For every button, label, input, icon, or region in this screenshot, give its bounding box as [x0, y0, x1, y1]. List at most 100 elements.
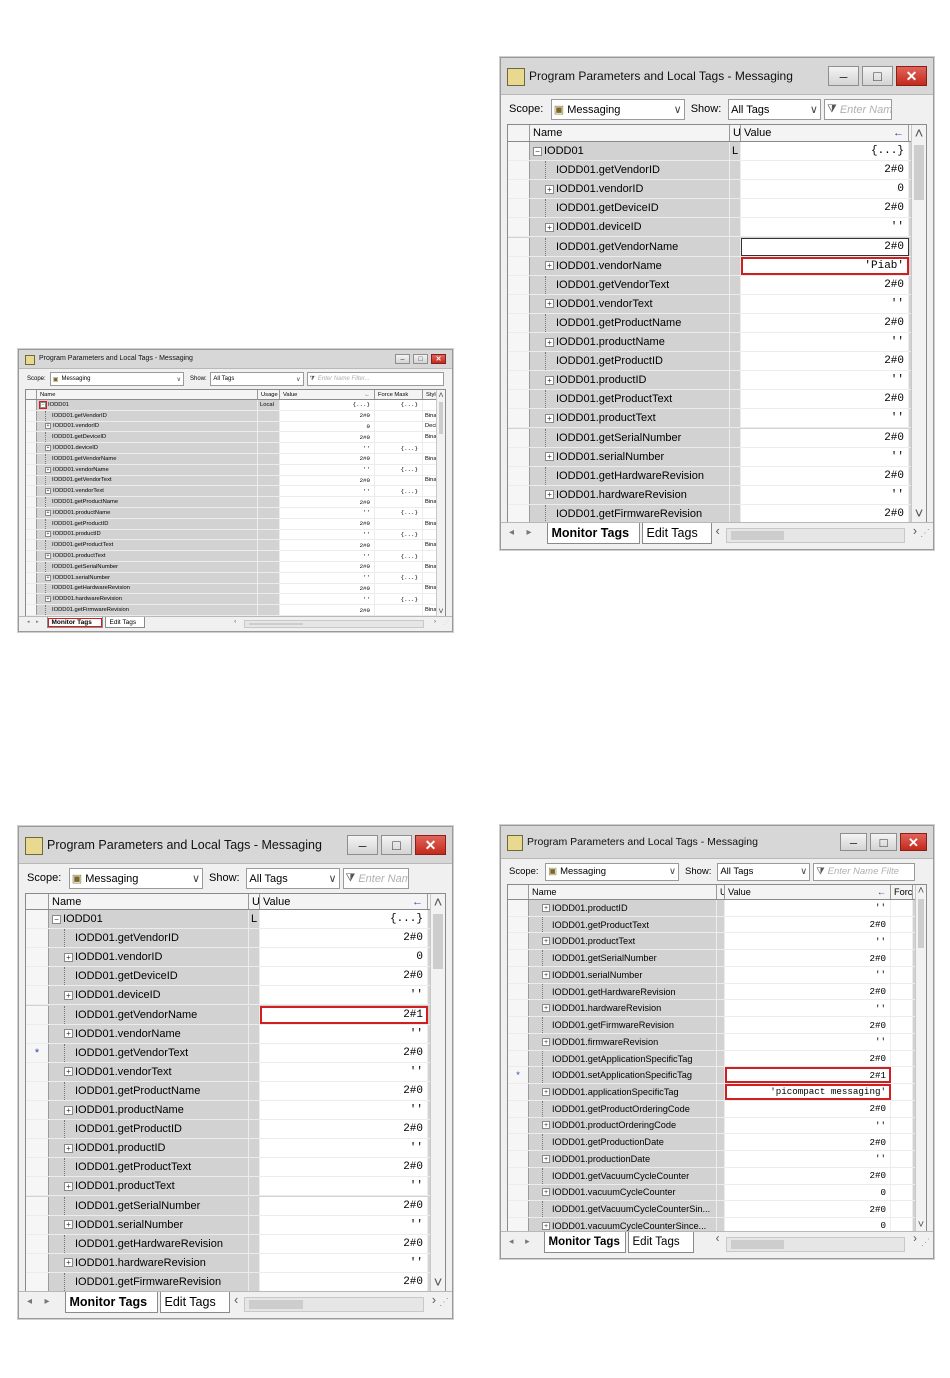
- row-selector[interactable]: [508, 504, 530, 522]
- force-cell[interactable]: [375, 475, 423, 486]
- scroll-up-icon[interactable]: ˄: [437, 390, 445, 400]
- row-selector[interactable]: [26, 1120, 49, 1139]
- value-cell[interactable]: 2#0: [725, 916, 891, 933]
- column-header-force[interactable]: Forc: [891, 885, 913, 899]
- row-selector[interactable]: [508, 409, 530, 428]
- table-row[interactable]: IODD01.getVendorText 2#0: [508, 275, 913, 295]
- row-selector[interactable]: [508, 1084, 529, 1100]
- horizontal-scrollbar[interactable]: [244, 619, 424, 628]
- name-filter-input[interactable]: ⧩ Enter Name Filter...: [306, 371, 444, 387]
- row-selector[interactable]: [508, 180, 530, 199]
- force-cell[interactable]: [891, 1000, 913, 1017]
- row-selector[interactable]: [26, 1177, 49, 1196]
- value-cell[interactable]: 0: [725, 1218, 891, 1231]
- row-selector[interactable]: [26, 1196, 49, 1215]
- scroll-thumb[interactable]: [918, 899, 924, 949]
- expand-icon[interactable]: +: [542, 1221, 550, 1230]
- hscroll-left-icon[interactable]: ‹: [716, 1233, 720, 1245]
- expand-icon[interactable]: +: [64, 1143, 73, 1153]
- table-row[interactable]: + IODD01.vendorText '' {...}: [26, 486, 443, 498]
- value-cell[interactable]: 2#0: [725, 1134, 891, 1151]
- scope-select[interactable]: ▣ Messaging ∨: [68, 868, 204, 890]
- force-cell[interactable]: [891, 1100, 913, 1117]
- expand-icon[interactable]: +: [545, 184, 554, 194]
- tab-scroll-right-icon[interactable]: ▸: [36, 619, 39, 625]
- table-row[interactable]: + IODD01.vendorName 'Piab': [508, 256, 913, 276]
- value-cell[interactable]: 2#0: [725, 983, 891, 1000]
- table-row[interactable]: + IODD01.deviceID '': [508, 218, 913, 238]
- table-row[interactable]: IODD01.getHardwareRevision 2#0 Binar: [26, 583, 443, 595]
- minimize-button[interactable]: –: [395, 354, 410, 364]
- row-selector[interactable]: [26, 594, 37, 605]
- row-selector[interactable]: [26, 518, 37, 529]
- collapse-icon[interactable]: −: [533, 146, 542, 156]
- expand-icon[interactable]: +: [45, 423, 51, 430]
- row-selector[interactable]: [508, 1000, 529, 1017]
- value-cell[interactable]: 2#0: [260, 1120, 428, 1139]
- row-selector[interactable]: [508, 485, 530, 504]
- expand-icon[interactable]: +: [542, 970, 550, 979]
- table-row[interactable]: + IODD01.serialNumber '': [26, 1215, 432, 1235]
- table-row[interactable]: + IODD01.productID '': [26, 1139, 432, 1159]
- table-row[interactable]: IODD01.getProductOrderingCode 2#0: [508, 1100, 917, 1118]
- table-row[interactable]: IODD01.getProductName 2#0 Binar: [26, 497, 443, 508]
- table-row[interactable]: IODD01.getProductText 2#0: [508, 916, 917, 934]
- value-cell[interactable]: 2#0: [280, 583, 375, 594]
- row-selector[interactable]: [508, 1201, 529, 1218]
- row-selector[interactable]: [508, 142, 530, 161]
- value-cell[interactable]: 2#1: [260, 1005, 428, 1024]
- column-header-usage[interactable]: U: [730, 125, 741, 141]
- column-header-name[interactable]: Name: [529, 885, 717, 899]
- expand-icon[interactable]: +: [545, 337, 554, 347]
- hscroll-right-icon[interactable]: ›: [913, 524, 917, 538]
- value-cell[interactable]: '': [280, 551, 375, 561]
- table-row[interactable]: + IODD01.productText '': [26, 1177, 432, 1197]
- show-select[interactable]: All Tags ∨: [210, 371, 304, 387]
- expand-icon[interactable]: +: [45, 488, 51, 495]
- vertical-scrollbar[interactable]: ˄ ˅: [915, 885, 926, 1231]
- expand-icon[interactable]: +: [542, 1037, 550, 1046]
- value-cell[interactable]: 2#0: [280, 605, 375, 615]
- table-row[interactable]: + IODD01.serialNumber '': [508, 966, 917, 984]
- expand-icon[interactable]: +: [64, 952, 73, 962]
- table-row[interactable]: IODD01.getVendorName 2#1: [26, 1005, 432, 1025]
- table-row[interactable]: IODD01.getSerialNumber 2#0: [26, 1196, 432, 1216]
- row-selector[interactable]: [508, 950, 529, 966]
- hscroll-left-icon[interactable]: ‹: [234, 618, 236, 625]
- row-selector[interactable]: [26, 540, 37, 551]
- row-selector[interactable]: [26, 410, 37, 421]
- expand-icon[interactable]: +: [542, 903, 550, 912]
- table-row[interactable]: IODD01.getFirmwareRevision 2#0: [508, 504, 913, 522]
- value-cell[interactable]: '': [280, 594, 375, 605]
- table-row[interactable]: IODD01.getDeviceID 2#0: [508, 199, 913, 219]
- table-row[interactable]: + IODD01.firmwareRevision '': [508, 1033, 917, 1051]
- row-selector[interactable]: [26, 421, 37, 432]
- force-cell[interactable]: [891, 1050, 913, 1067]
- table-row[interactable]: + IODD01.productName '' {...}: [26, 508, 443, 519]
- table-row[interactable]: + IODD01.applicationSpecificTag 'picompact…: [508, 1084, 917, 1101]
- value-cell[interactable]: '': [260, 1253, 428, 1272]
- table-row[interactable]: IODD01.getFirmwareRevision 2#0 Binar: [26, 605, 443, 616]
- row-selector[interactable]: [26, 562, 37, 572]
- column-header-usage[interactable]: U: [717, 885, 725, 899]
- table-row[interactable]: + IODD01.serialNumber '' {...}: [26, 572, 443, 584]
- table-row[interactable]: + IODD01.productID '': [508, 900, 917, 917]
- table-row[interactable]: + IODD01.hardwareRevision '': [508, 1000, 917, 1018]
- force-cell[interactable]: {...}: [375, 443, 423, 453]
- value-cell[interactable]: 2#0: [725, 1017, 891, 1033]
- force-cell[interactable]: {...}: [375, 551, 423, 561]
- tab-edit-tags[interactable]: Edit Tags: [104, 617, 145, 629]
- table-row[interactable]: IODD01.getProductName 2#0: [26, 1081, 432, 1101]
- value-cell[interactable]: '': [260, 1024, 428, 1043]
- force-cell[interactable]: [891, 1033, 913, 1050]
- expand-icon[interactable]: +: [45, 509, 51, 516]
- tab-scroll-left-icon[interactable]: ◂: [509, 1236, 514, 1247]
- row-selector[interactable]: [508, 1218, 529, 1231]
- hscroll-right-icon[interactable]: ›: [434, 618, 436, 625]
- expand-icon[interactable]: +: [542, 937, 550, 946]
- vertical-scrollbar[interactable]: ˄ ˅: [430, 894, 445, 1291]
- row-selector[interactable]: [508, 1184, 529, 1201]
- maximize-button[interactable]: □: [862, 66, 893, 86]
- table-row[interactable]: + IODD01.vendorName '' {...}: [26, 464, 443, 476]
- row-selector[interactable]: [26, 572, 37, 583]
